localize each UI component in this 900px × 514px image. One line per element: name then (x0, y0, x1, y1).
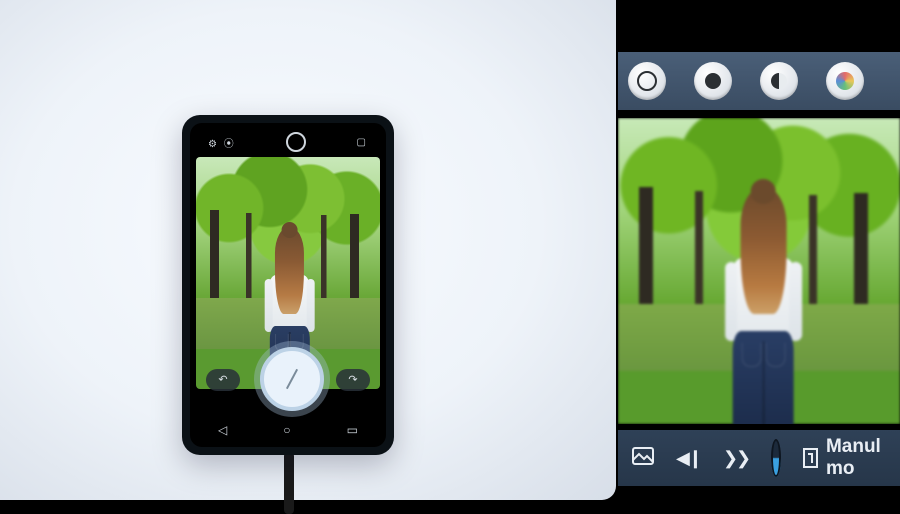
subject-arm (725, 262, 737, 340)
swirl-icon (836, 72, 854, 90)
monitor-editor: ◀❙ ❯❯ Manul mo (618, 0, 900, 514)
foldable-phone: ⚙ ⦿ ▢ (182, 115, 394, 455)
filter-mode-bar (618, 52, 900, 110)
mode-next-button[interactable]: ↷ (336, 369, 370, 391)
gallery-icon[interactable] (632, 447, 654, 470)
camera-top-bar: ⚙ ⦿ ▢ (190, 129, 386, 155)
horizon-level-icon[interactable] (771, 439, 781, 477)
tripod-pole (284, 452, 294, 514)
mode-prev-button[interactable]: ↶ (206, 369, 240, 391)
bw-mode-button[interactable] (694, 62, 732, 100)
dot-icon (705, 73, 721, 89)
nav-home-icon[interactable]: ○ (283, 423, 290, 437)
subject-hair (741, 187, 786, 314)
subject-arm (264, 279, 272, 332)
front-camera-ring-icon (286, 132, 306, 152)
normal-mode-button[interactable] (628, 62, 666, 100)
settings-icon[interactable]: ⚙ ⦿ (208, 135, 236, 150)
next-frame-button[interactable]: ❯❯ (723, 448, 749, 469)
subject-arm (306, 279, 314, 332)
shutter-button[interactable] (260, 347, 324, 411)
subject-hair (275, 227, 304, 314)
mode-indicator-label: Manul mo (826, 436, 886, 480)
ring-icon (637, 71, 657, 91)
pocket-icon (765, 343, 785, 367)
mode-indicator[interactable]: Manul mo (803, 436, 886, 480)
aspect-icon[interactable]: ▢ (357, 137, 368, 148)
studio-backdrop: ⚙ ⦿ ▢ (0, 0, 616, 500)
editor-preview[interactable] (618, 118, 900, 424)
manual-mode-icon (803, 448, 818, 468)
halfdot-icon (771, 73, 787, 89)
subject-person (707, 179, 820, 424)
phone-screen: ⚙ ⦿ ▢ (190, 123, 386, 447)
subject-arm (789, 262, 801, 340)
nav-back-icon[interactable]: ◁ (218, 423, 227, 437)
color-mode-button[interactable] (826, 62, 864, 100)
pocket-icon (742, 343, 762, 367)
editor-bottom-bar: ◀❙ ❯❯ Manul mo (618, 430, 900, 486)
nav-recent-icon[interactable]: ▭ (347, 423, 358, 437)
android-nav-bar: ◁ ○ ▭ (190, 419, 386, 441)
subject-head (751, 179, 776, 204)
subject-jeans (733, 331, 794, 424)
screenshot-root: ⚙ ⦿ ▢ (0, 0, 900, 514)
portrait-mode-button[interactable] (760, 62, 798, 100)
preview-scene (618, 118, 900, 424)
prev-frame-button[interactable]: ◀❙ (676, 448, 701, 469)
